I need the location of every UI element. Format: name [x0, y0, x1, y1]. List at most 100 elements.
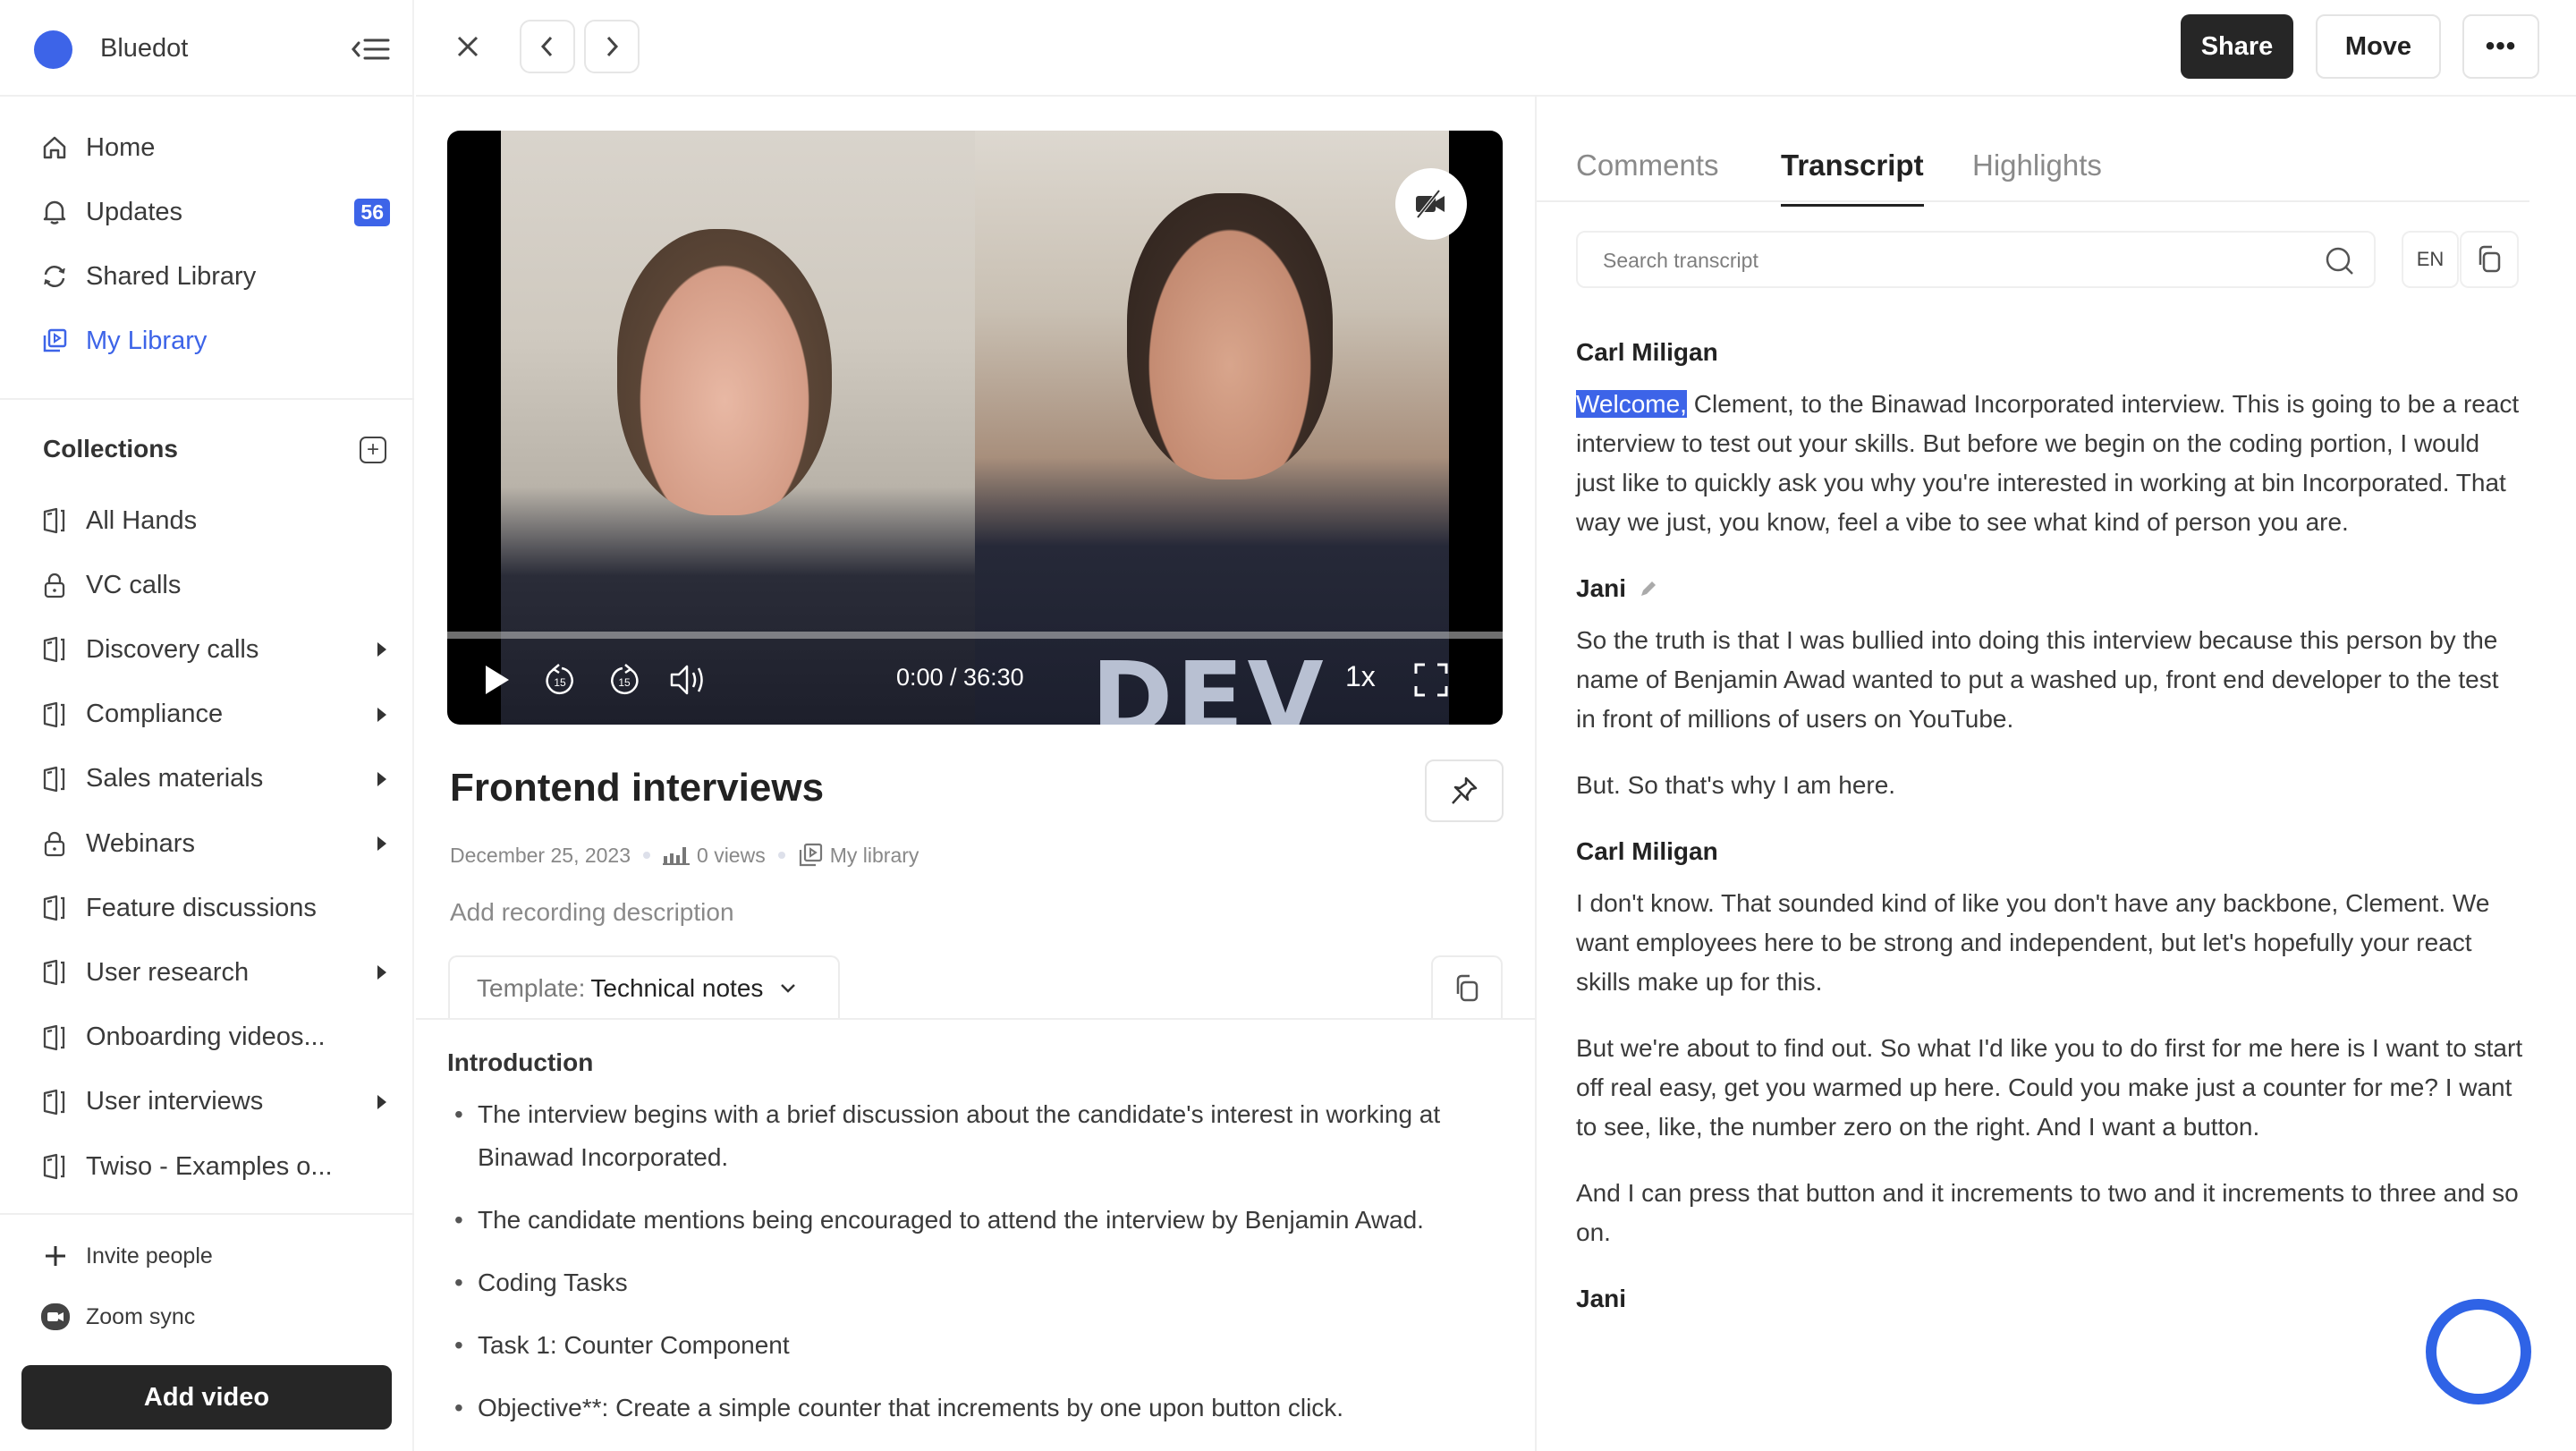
participant-left: [617, 229, 832, 515]
play-button[interactable]: [481, 662, 513, 698]
close-button[interactable]: [452, 30, 484, 63]
copy-notes-button[interactable]: [1431, 955, 1503, 1020]
updates-count-badge: 56: [354, 199, 390, 226]
sidebar-divider: [0, 398, 414, 400]
collection-item-webinars[interactable]: Webinars: [41, 820, 390, 867]
home-icon: [41, 134, 68, 161]
copy-transcript-button[interactable]: [2460, 231, 2519, 288]
transcript-paragraph[interactable]: But we're about to find out. So what I'd…: [1576, 1029, 2524, 1147]
expand-caret-icon[interactable]: [377, 642, 386, 658]
collection-item-twiso-examples-o[interactable]: Twiso - Examples o...: [41, 1143, 390, 1190]
collection-item-all-hands[interactable]: All Hands: [41, 497, 390, 544]
collection-label: VC calls: [86, 570, 182, 599]
collection-item-compliance[interactable]: Compliance: [41, 692, 390, 738]
panel-tabs: Comments Transcript Highlights: [1537, 97, 2529, 207]
transcript-paragraph[interactable]: I don't know. That sounded kind of like …: [1576, 884, 2524, 1002]
fullscreen-button[interactable]: [1413, 660, 1449, 700]
transcript-speaker: Jani: [1576, 569, 2524, 608]
speaker-name: Jani: [1576, 1285, 1627, 1312]
transcript-paragraph[interactable]: But. So that's why I am here.: [1576, 766, 2524, 805]
transcript-text: Clement, to the Binawad Incorporated int…: [1576, 390, 2520, 536]
sidebar-item-home[interactable]: Home: [41, 124, 390, 171]
recording-title[interactable]: Frontend interviews: [450, 766, 824, 810]
video-progress-bar[interactable]: [447, 632, 1503, 639]
collection-label: All Hands: [86, 505, 198, 535]
expand-caret-icon[interactable]: [377, 771, 386, 786]
transcript-search-box: [1576, 231, 2376, 288]
copy-icon: [1456, 974, 1479, 1002]
tab-transcript[interactable]: Transcript: [1781, 148, 1924, 207]
collection-item-discovery-calls[interactable]: Discovery calls: [41, 626, 390, 673]
share-button[interactable]: Share: [2181, 14, 2293, 79]
folder-icon: [41, 895, 68, 921]
chevron-down-icon: [781, 984, 796, 993]
skip-forward-button[interactable]: 15: [606, 660, 642, 700]
volume-icon: [670, 665, 703, 695]
collapse-sidebar-button[interactable]: [351, 36, 390, 63]
recording-location-link[interactable]: My library: [830, 844, 919, 868]
collection-item-user-interviews[interactable]: User interviews: [41, 1079, 390, 1125]
svg-text:15: 15: [618, 676, 631, 689]
expand-caret-icon[interactable]: [377, 707, 386, 722]
bell-icon: [41, 199, 68, 225]
tab-highlights[interactable]: Highlights: [1972, 148, 2102, 204]
collection-label: Compliance: [86, 700, 224, 729]
panel-divider: [1535, 97, 1537, 1451]
move-button[interactable]: Move: [2316, 14, 2441, 79]
video-shirt-text: DEV: [1091, 641, 1327, 725]
language-button[interactable]: EN: [2402, 231, 2459, 288]
collection-item-onboarding-videos[interactable]: Onboarding videos...: [41, 1014, 390, 1061]
transcript-paragraph[interactable]: So the truth is that I was bullied into …: [1576, 621, 2524, 739]
collection-item-vc-calls[interactable]: VC calls: [41, 562, 390, 608]
more-options-button[interactable]: •••: [2462, 14, 2539, 79]
brand-name: Bluedot: [100, 34, 189, 63]
volume-button[interactable]: [669, 660, 710, 700]
folder-icon: [41, 1153, 68, 1180]
skip-back-button[interactable]: 15: [542, 660, 578, 700]
rewind-15-icon: 15: [546, 664, 573, 694]
notes-item: Task 1: Counter Component: [447, 1324, 1503, 1367]
expand-caret-icon[interactable]: [377, 965, 386, 980]
zoom-sync-label: Zoom sync: [86, 1303, 196, 1329]
collection-item-sales-materials[interactable]: Sales materials: [41, 756, 390, 802]
collection-item-user-research[interactable]: User research: [41, 949, 390, 996]
views-chart-icon: [663, 845, 691, 865]
tab-comments[interactable]: Comments: [1576, 148, 1719, 204]
speaker-name: Carl Miligan: [1576, 837, 1718, 865]
transcript-paragraph[interactable]: Welcome, Clement, to the Binawad Incorpo…: [1576, 385, 2524, 542]
collection-label: User research: [86, 957, 250, 987]
previous-recording-button[interactable]: [520, 20, 575, 73]
copy-icon: [2479, 245, 2501, 273]
zoom-sync-button[interactable]: Zoom sync: [41, 1297, 390, 1336]
current-word-highlight[interactable]: Welcome,: [1576, 390, 1687, 418]
video-player[interactable]: DEV 15 15 0:00 / 36:30 1x: [447, 131, 1503, 725]
collection-label: Discovery calls: [86, 634, 259, 664]
chevron-left-icon: [540, 36, 553, 57]
sidebar-item-shared-library[interactable]: Shared Library: [41, 253, 390, 300]
sidebar-item-my-library[interactable]: My Library: [41, 318, 390, 364]
folder-icon: [41, 507, 68, 534]
fullscreen-icon: [1414, 663, 1448, 697]
add-collection-button[interactable]: +: [360, 437, 386, 463]
template-dropdown[interactable]: Template: Technical notes: [448, 955, 840, 1020]
video-time-display: 0:00 / 36:30: [896, 664, 1024, 691]
transcript-search-input[interactable]: [1603, 243, 2301, 277]
sidebar-item-updates[interactable]: Updates 56: [41, 189, 390, 235]
expand-caret-icon[interactable]: [377, 836, 386, 851]
view-count: 0 views: [697, 843, 766, 867]
transcript-paragraph[interactable]: And I can press that button and it incre…: [1576, 1174, 2524, 1252]
edit-speaker-pencil-icon[interactable]: [1639, 579, 1658, 598]
invite-people-button[interactable]: Invite people: [41, 1236, 390, 1276]
collection-item-feature-discussions[interactable]: Feature discussions: [41, 885, 390, 931]
sync-icon: [41, 263, 68, 290]
next-recording-button[interactable]: [584, 20, 640, 73]
notes-item: The interview begins with a brief discus…: [447, 1093, 1503, 1179]
expand-caret-icon[interactable]: [377, 1094, 386, 1109]
search-icon[interactable]: [2324, 245, 2356, 277]
folder-icon: [41, 701, 68, 728]
playback-speed-button[interactable]: 1x: [1345, 660, 1376, 693]
add-video-button[interactable]: Add video: [21, 1365, 392, 1430]
recording-description-input[interactable]: Add recording description: [450, 898, 734, 927]
camera-toggle-button[interactable]: [1395, 168, 1467, 240]
pin-button[interactable]: [1425, 759, 1504, 822]
